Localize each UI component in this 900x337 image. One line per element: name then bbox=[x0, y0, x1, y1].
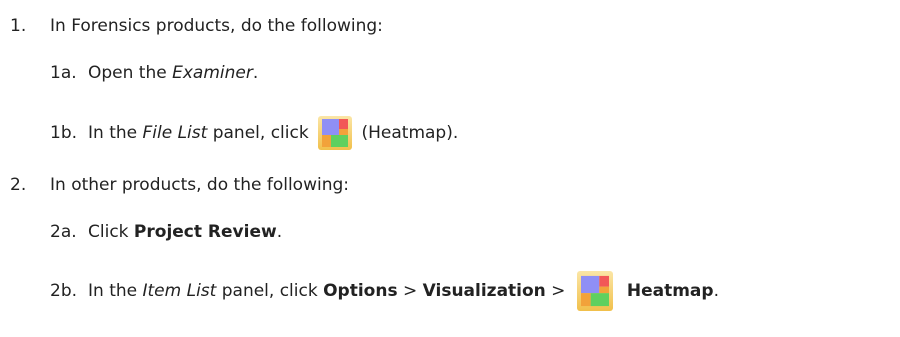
substep-suffix: . bbox=[713, 281, 719, 301]
heatmap-label: Heatmap bbox=[626, 281, 714, 301]
substep-suffix: . bbox=[276, 222, 283, 242]
substep-number: 1a. bbox=[50, 63, 77, 83]
substep-number: 1b. bbox=[50, 123, 78, 143]
substep-2a: 2a. Click Project Review . bbox=[50, 214, 282, 250]
step-number: 2. bbox=[10, 175, 27, 195]
step-text: In Forensics products, do the following: bbox=[50, 16, 383, 36]
substep-1b: 1b. In the File List panel, click (Heatm… bbox=[50, 113, 458, 153]
substep-number: 2b. bbox=[50, 281, 78, 301]
separator: > bbox=[545, 281, 571, 301]
substep-prefix: In the bbox=[88, 123, 143, 143]
step-2: 2. In other products, do the following: bbox=[10, 167, 349, 203]
substep-suffix: . bbox=[252, 63, 259, 83]
substep-number: 2a. bbox=[50, 222, 77, 242]
substep-suffix: (Heatmap). bbox=[356, 123, 459, 143]
step-text: In other products, do the following: bbox=[50, 175, 349, 195]
options-label: Options bbox=[323, 281, 398, 301]
separator: > bbox=[397, 281, 423, 301]
substep-middle: panel, click bbox=[207, 123, 315, 143]
visualization-label: Visualization bbox=[422, 281, 546, 301]
file-list-label: File List bbox=[142, 123, 208, 143]
substep-prefix: In the bbox=[88, 281, 143, 301]
heatmap-icon bbox=[576, 271, 613, 311]
heatmap-icon bbox=[318, 116, 353, 150]
item-list-label: Item List bbox=[142, 281, 217, 301]
examiner-label: Examiner bbox=[172, 63, 253, 83]
step-1: 1. In Forensics products, do the followi… bbox=[10, 8, 383, 44]
step-number: 1. bbox=[10, 16, 27, 36]
project-review-label: Project Review bbox=[133, 222, 277, 242]
substep-prefix: Open the bbox=[88, 63, 173, 83]
substep-prefix: Click bbox=[88, 222, 134, 242]
substep-2b: 2b. In the Item List panel, click Option… bbox=[50, 268, 719, 314]
substep-middle: panel, click bbox=[216, 281, 324, 301]
substep-1a: 1a. Open the Examiner . bbox=[50, 55, 258, 91]
